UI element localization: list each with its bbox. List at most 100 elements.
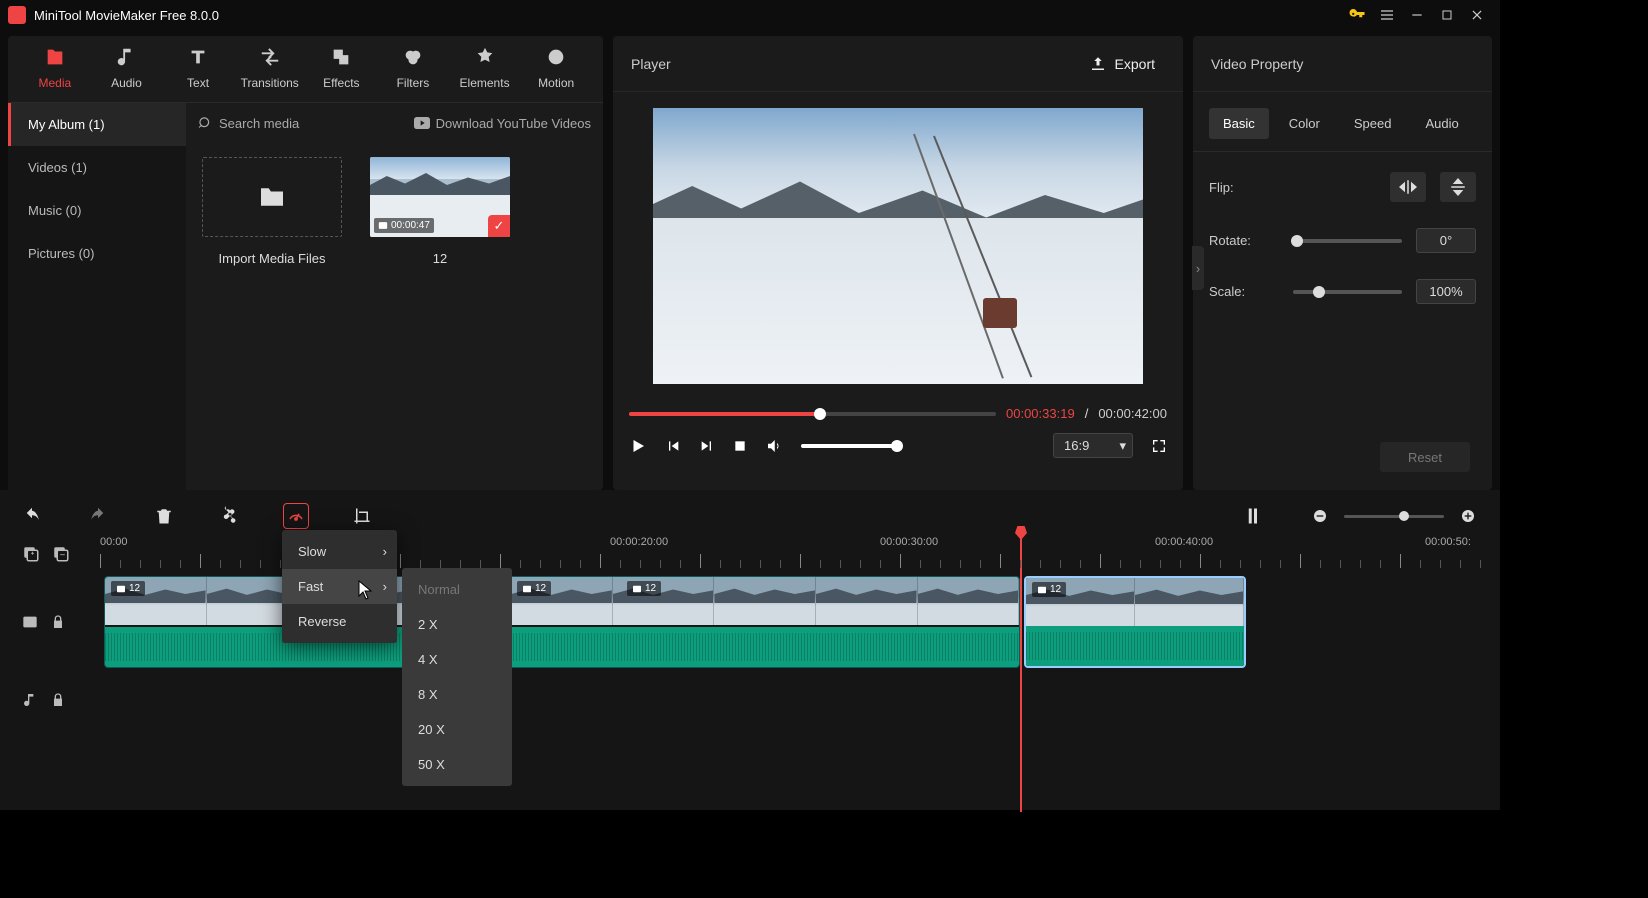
chevron-right-icon: › [383,579,387,594]
speed-menu-slow[interactable]: Slow› [282,534,397,569]
fast-8x[interactable]: 8 X [402,677,512,712]
delete-button[interactable] [152,504,176,528]
flip-horizontal-button[interactable] [1390,172,1426,202]
aspect-ratio-select[interactable]: 16:9▾ [1053,433,1133,458]
fast-2x[interactable]: 2 X [402,607,512,642]
speed-menu-fast[interactable]: Fast› [282,569,397,604]
rotate-slider[interactable] [1293,239,1402,243]
fast-normal[interactable]: Normal [402,572,512,607]
play-button[interactable] [629,437,647,455]
tab-motion[interactable]: Motion [525,46,587,90]
tab-filters[interactable]: Filters [382,46,444,90]
video-track-icon [22,614,38,630]
redo-button[interactable] [86,504,110,528]
audio-track-icon [22,692,38,708]
sidebar-item-pictures[interactable]: Pictures (0) [8,232,186,275]
stop-button[interactable] [733,439,747,453]
fast-20x[interactable]: 20 X [402,712,512,747]
fast-4x[interactable]: 4 X [402,642,512,677]
undo-button[interactable] [20,504,44,528]
sidebar-item-my-album[interactable]: My Album (1) [8,103,186,146]
player-panel: Player Export 00:00:33:19 / 00:00:42:00 [613,36,1183,490]
search-icon [198,116,213,131]
prop-tab-color[interactable]: Color [1275,108,1334,139]
window-maximize-button[interactable] [1432,0,1462,30]
audio-track-body[interactable] [100,672,1500,728]
flip-label: Flip: [1209,180,1279,195]
timeline-clip-1[interactable]: 12 12 12 12 [104,576,1020,668]
playback-progress[interactable] [629,412,996,416]
crop-button[interactable] [350,504,374,528]
video-property-panel: Video Property › Basic Color Speed Audio… [1193,36,1492,490]
sidebar-item-music[interactable]: Music (0) [8,189,186,232]
export-icon [1089,55,1107,73]
scale-value[interactable]: 100% [1416,279,1476,304]
window-minimize-button[interactable] [1402,0,1432,30]
remove-track-button[interactable] [52,545,70,563]
reset-button[interactable]: Reset [1380,442,1470,472]
prev-frame-button[interactable] [665,438,681,454]
flip-vertical-button[interactable] [1440,172,1476,202]
tab-effects[interactable]: Effects [311,46,373,90]
tab-audio[interactable]: Audio [96,46,158,90]
media-sidebar: My Album (1) Videos (1) Music (0) Pictur… [8,103,186,490]
timeline-fit-button[interactable] [1242,504,1266,528]
clip-duration-badge: 00:00:47 [374,218,434,233]
download-youtube-button[interactable]: Download YouTube Videos [414,116,591,131]
video-track-lock-icon[interactable] [50,614,66,630]
chevron-down-icon: ▾ [1119,438,1126,454]
video-preview[interactable] [653,108,1143,384]
rotate-value[interactable]: 0° [1416,228,1476,253]
media-panel: Media Audio Text Transitions Effects Fil… [8,36,603,490]
speed-menu-reverse[interactable]: Reverse [282,604,397,639]
scale-slider[interactable] [1293,290,1402,294]
timeline-clip-2-selected[interactable]: 12 [1024,576,1246,668]
add-track-button[interactable] [22,545,40,563]
speed-button[interactable] [284,504,308,528]
search-input[interactable]: Search media [198,116,406,131]
clip-added-check-icon: ✓ [488,215,510,237]
app-logo [8,6,26,24]
audio-track-lock-icon[interactable] [50,692,66,708]
zoom-in-button[interactable] [1456,504,1480,528]
volume-slider[interactable] [801,444,901,448]
tab-media[interactable]: Media [24,46,86,90]
titlebar: MiniTool MovieMaker Free 8.0.0 [0,0,1500,30]
window-close-button[interactable] [1462,0,1492,30]
scale-label: Scale: [1209,284,1279,299]
rotate-label: Rotate: [1209,233,1279,248]
source-tabs: Media Audio Text Transitions Effects Fil… [8,36,603,103]
zoom-slider[interactable] [1344,515,1444,518]
props-title: Video Property [1211,56,1303,72]
volume-button[interactable] [765,437,783,455]
time-total: 00:00:42:00 [1098,406,1167,421]
next-frame-button[interactable] [699,438,715,454]
app-title: MiniTool MovieMaker Free 8.0.0 [34,8,1342,23]
fast-submenu: Normal 2 X 4 X 8 X 20 X 50 X [402,568,512,786]
hamburger-menu-icon[interactable] [1372,0,1402,30]
fast-50x[interactable]: 50 X [402,747,512,782]
zoom-out-button[interactable] [1308,504,1332,528]
prop-tab-speed[interactable]: Speed [1340,108,1406,139]
youtube-icon [414,117,430,129]
prop-tab-basic[interactable]: Basic [1209,108,1269,139]
export-button[interactable]: Export [1079,49,1165,79]
speed-menu: Slow› Fast› Reverse Normal 2 X 4 X 8 X 2… [282,530,397,643]
sidebar-item-videos[interactable]: Videos (1) [8,146,186,189]
split-button[interactable] [218,504,242,528]
time-current: 00:00:33:19 [1006,406,1075,421]
clip-name: 12 [433,251,447,266]
import-media-tile[interactable]: Import Media Files [202,157,342,266]
tab-elements[interactable]: Elements [454,46,516,90]
upgrade-key-icon[interactable] [1342,0,1372,30]
expand-panel-button[interactable]: › [1192,246,1204,290]
media-area: Search media Download YouTube Videos Imp… [186,103,603,490]
chevron-right-icon: › [383,544,387,559]
timeline: Slow› Fast› Reverse Normal 2 X 4 X 8 X 2… [0,490,1500,810]
media-clip-tile[interactable]: 00:00:47 ✓ 12 [370,157,510,266]
prop-tab-audio[interactable]: Audio [1411,108,1472,139]
tab-text[interactable]: Text [167,46,229,90]
tab-transitions[interactable]: Transitions [239,46,301,90]
fullscreen-button[interactable] [1151,438,1167,454]
import-label: Import Media Files [219,251,326,266]
